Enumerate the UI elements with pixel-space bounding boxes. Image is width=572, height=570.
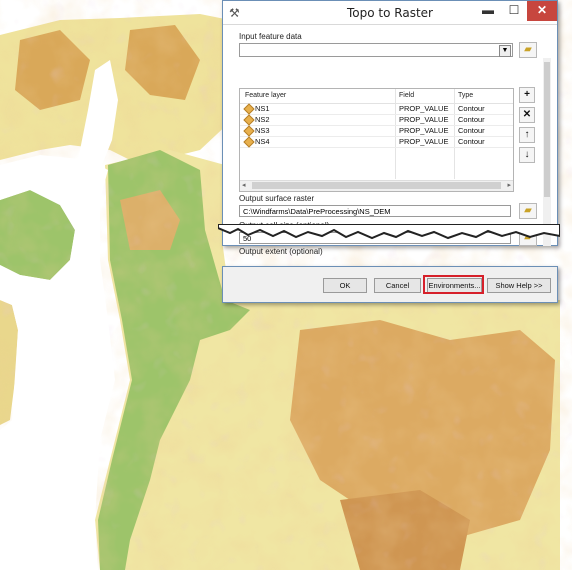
cell-field: PROP_VALUE — [399, 137, 449, 146]
add-row-button[interactable]: + — [519, 87, 535, 103]
cell-layer: NS3 — [255, 126, 270, 135]
cell-type: Contour — [458, 137, 485, 146]
title-bar: ⚒ Topo to Raster ▬ ☐ ✕ — [223, 1, 557, 25]
extent-label: Output extent (optional) — [239, 247, 323, 256]
layer-diamond-icon — [243, 136, 255, 148]
feature-table[interactable]: Feature layer Field Type NS1 PROP_VALUE … — [239, 88, 514, 192]
close-button[interactable]: ✕ — [527, 1, 557, 21]
cell-layer: NS1 — [255, 104, 270, 113]
input-feature-combo[interactable]: ▼ — [239, 43, 513, 57]
folder-icon: ▰ — [524, 44, 532, 55]
cancel-button[interactable]: Cancel — [374, 278, 421, 293]
maximize-button[interactable]: ☐ — [501, 1, 527, 21]
header-field: Field — [399, 92, 415, 99]
torn-edge — [218, 224, 560, 240]
topo-to-raster-dialog: ⚒ Topo to Raster ▬ ☐ ✕ Input feature dat… — [222, 0, 558, 256]
browse-folder-button-2[interactable]: ▰ — [519, 203, 537, 219]
scroll-thumb[interactable] — [544, 62, 550, 197]
cell-type: Contour — [458, 126, 485, 135]
dialog-body: Input feature data ▼ ▰ Feature layer Fie… — [223, 25, 557, 256]
dialog-footer: OK Cancel Environments... Show Help >> — [222, 266, 558, 303]
remove-row-button[interactable]: ✕ — [519, 107, 535, 123]
header-feature-layer: Feature layer — [245, 92, 287, 99]
table-row[interactable]: NS4 PROP_VALUE Contour — [240, 136, 513, 148]
highlight-box — [423, 275, 484, 294]
cell-type: Contour — [458, 115, 485, 124]
dialog-vertical-scrollbar[interactable] — [543, 58, 551, 246]
input-feature-label: Input feature data — [239, 32, 302, 41]
folder-icon: ▰ — [524, 205, 532, 216]
layer-diamond-icon — [243, 103, 255, 115]
show-help-button[interactable]: Show Help >> — [487, 278, 551, 293]
browse-folder-button-1[interactable]: ▰ — [519, 42, 537, 58]
move-up-button[interactable]: ↑ — [519, 127, 535, 143]
output-surface-input[interactable]: C:\Windfarms\Data\PreProcessing\NS_DEM — [239, 205, 511, 217]
table-header: Feature layer Field Type — [240, 89, 513, 104]
cell-type: Contour — [458, 104, 485, 113]
cell-layer: NS2 — [255, 115, 270, 124]
scroll-right-icon[interactable]: ▸ — [507, 181, 511, 189]
output-surface-label: Output surface raster — [239, 194, 315, 203]
dropdown-arrow-icon[interactable]: ▼ — [499, 45, 511, 57]
move-down-button[interactable]: ↓ — [519, 147, 535, 163]
cell-field: PROP_VALUE — [399, 126, 449, 135]
layer-diamond-icon — [243, 114, 255, 126]
layer-diamond-icon — [243, 125, 255, 137]
header-type: Type — [458, 92, 474, 99]
cell-layer: NS4 — [255, 137, 270, 146]
scroll-left-icon[interactable]: ◂ — [242, 181, 246, 189]
ok-button[interactable]: OK — [323, 278, 367, 293]
table-horizontal-scrollbar[interactable]: ◂ ▸ — [240, 180, 513, 191]
minimize-button[interactable]: ▬ — [475, 1, 501, 21]
cell-field: PROP_VALUE — [399, 115, 449, 124]
cell-field: PROP_VALUE — [399, 104, 449, 113]
scroll-thumb[interactable] — [252, 182, 501, 189]
